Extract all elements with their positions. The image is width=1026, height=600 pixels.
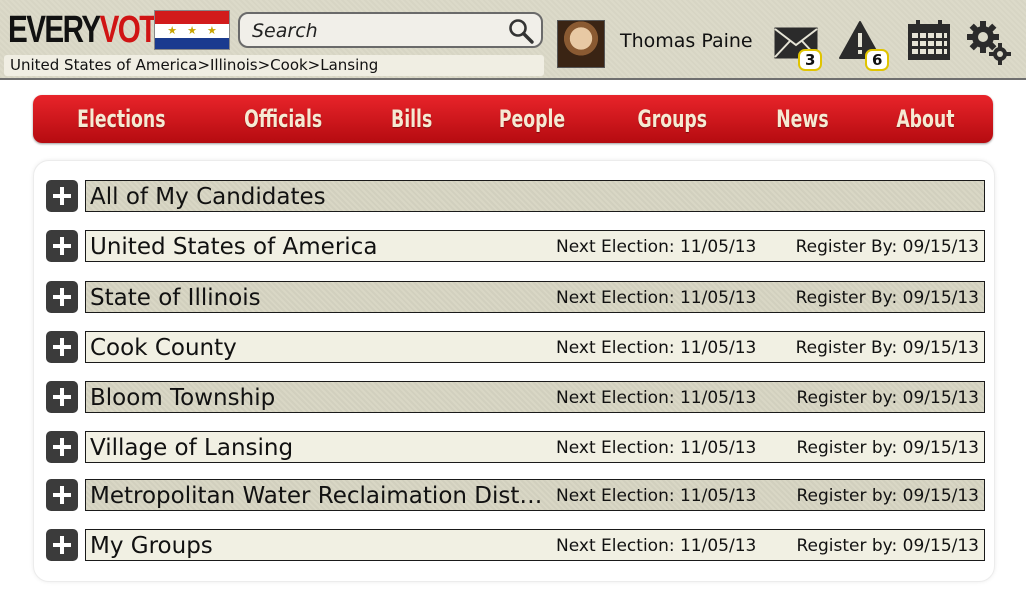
nav-bills[interactable]: Bills xyxy=(391,105,432,133)
register-by-date: Register By: 09/15/13 xyxy=(795,338,979,358)
main-nav: Elections Officials Bills People Groups … xyxy=(33,95,993,143)
row-title: My Groups xyxy=(90,533,213,559)
next-election-date: Next Election: 11/05/13 xyxy=(556,288,757,308)
expand-plus-icon[interactable] xyxy=(46,230,78,262)
expand-plus-icon[interactable] xyxy=(46,529,78,561)
next-election-date: Next Election: 11/05/13 xyxy=(556,486,757,506)
row-bar[interactable]: United States of America Next Election: … xyxy=(85,230,985,262)
nav-elections[interactable]: Elections xyxy=(77,105,165,133)
avatar[interactable] xyxy=(557,20,605,68)
search-icon[interactable] xyxy=(507,17,535,45)
register-by-date: Register by: 09/15/13 xyxy=(796,536,980,556)
list-item[interactable]: Cook County Next Election: 11/05/13 Regi… xyxy=(46,331,986,363)
messages-count-badge: 3 xyxy=(798,49,823,71)
next-election-date: Next Election: 11/05/13 xyxy=(556,536,757,556)
expand-plus-icon[interactable] xyxy=(46,381,78,413)
list-item[interactable]: Metropolitan Water Reclaimation District… xyxy=(46,479,986,511)
alerts-count-badge: 6 xyxy=(865,49,890,71)
expand-plus-icon[interactable] xyxy=(46,180,78,212)
nav-officials[interactable]: Officials xyxy=(244,105,322,133)
next-election-date: Next Election: 11/05/13 xyxy=(556,438,757,458)
list-item[interactable]: My Groups Next Election: 11/05/13 Regist… xyxy=(46,529,986,561)
row-bar[interactable]: Village of Lansing Next Election: 11/05/… xyxy=(85,431,985,463)
user-name[interactable]: Thomas Paine xyxy=(620,30,753,52)
search-box[interactable] xyxy=(238,12,543,48)
list-item[interactable]: Village of Lansing Next Election: 11/05/… xyxy=(46,431,986,463)
row-title: Bloom Township xyxy=(90,385,276,411)
row-title: Cook County xyxy=(90,335,237,361)
register-by-date: Register By: 09/15/13 xyxy=(795,288,979,308)
row-title: Village of Lansing xyxy=(90,435,294,461)
register-by-date: Register by: 09/15/13 xyxy=(796,486,980,506)
next-election-date: Next Election: 11/05/13 xyxy=(556,338,757,358)
register-by-date: Register by: 09/15/13 xyxy=(796,438,980,458)
nav-news[interactable]: News xyxy=(777,105,829,133)
logo-every-text: EVERY xyxy=(8,9,101,51)
row-bar[interactable]: My Groups Next Election: 11/05/13 Regist… xyxy=(85,529,985,561)
row-bar[interactable]: All of My Candidates xyxy=(85,180,985,212)
next-election-date: Next Election: 11/05/13 xyxy=(556,237,757,257)
expand-plus-icon[interactable] xyxy=(46,281,78,313)
row-bar[interactable]: Cook County Next Election: 11/05/13 Regi… xyxy=(85,331,985,363)
app-header: EVERYVOTE ★★★ United States of America>I… xyxy=(0,0,1026,80)
expand-plus-icon[interactable] xyxy=(46,331,78,363)
list-item[interactable]: United States of America Next Election: … xyxy=(46,230,986,262)
elections-panel: All of My Candidates United States of Am… xyxy=(33,160,995,582)
search-input[interactable] xyxy=(252,18,492,44)
row-title: United States of America xyxy=(90,234,378,260)
everyvote-logo[interactable]: EVERYVOTE xyxy=(8,8,176,52)
row-title: Metropolitan Water Reclaimation District xyxy=(90,483,550,509)
register-by-date: Register by: 09/15/13 xyxy=(796,388,980,408)
row-bar[interactable]: Metropolitan Water Reclaimation District… xyxy=(85,479,985,511)
row-bar[interactable]: Bloom Township Next Election: 11/05/13 R… xyxy=(85,381,985,413)
list-item[interactable]: State of Illinois Next Election: 11/05/1… xyxy=(46,281,986,313)
nav-people[interactable]: People xyxy=(499,105,565,133)
list-item[interactable]: Bloom Township Next Election: 11/05/13 R… xyxy=(46,381,986,413)
calendar-icon[interactable] xyxy=(906,20,952,62)
next-election-date: Next Election: 11/05/13 xyxy=(556,388,757,408)
row-bar[interactable]: State of Illinois Next Election: 11/05/1… xyxy=(85,281,985,313)
breadcrumb[interactable]: United States of America>Illinois>Cook>L… xyxy=(4,55,544,76)
expand-plus-icon[interactable] xyxy=(46,479,78,511)
register-by-date: Register By: 09/15/13 xyxy=(795,237,979,257)
row-title: All of My Candidates xyxy=(90,184,326,210)
nav-about[interactable]: About xyxy=(897,105,955,133)
expand-plus-icon[interactable] xyxy=(46,431,78,463)
nav-groups[interactable]: Groups xyxy=(637,105,707,133)
row-title: State of Illinois xyxy=(90,285,261,311)
list-item[interactable]: All of My Candidates xyxy=(46,180,986,212)
flag-icon: ★ ★ ★ xyxy=(154,10,230,50)
gear-icon[interactable] xyxy=(966,20,1012,66)
